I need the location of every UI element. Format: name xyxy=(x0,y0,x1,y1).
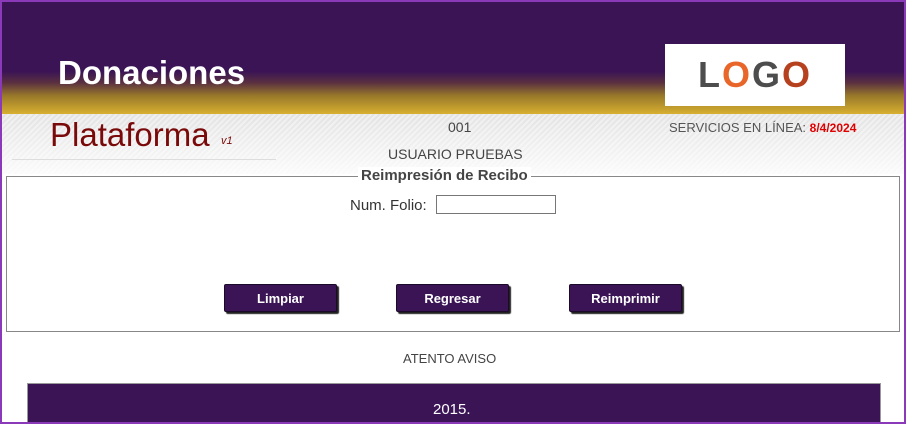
back-button[interactable]: Regresar xyxy=(396,284,509,312)
app-frame: Donaciones LOGO Plataforma v1 001 USUARI… xyxy=(0,0,906,424)
notice-text: 2015. xyxy=(433,401,471,418)
services-date: 8/4/2024 xyxy=(809,121,857,135)
user-name: USUARIO PRUEBAS xyxy=(388,146,523,162)
notice-title: ATENTO AVISO xyxy=(403,351,497,366)
reprint-button[interactable]: Reimprimir xyxy=(569,284,682,312)
services-label: SERVICIOS EN LÍNEA: xyxy=(669,120,807,135)
panel-legend: Reimpresión de Recibo xyxy=(358,167,531,184)
app-title: Donaciones xyxy=(58,54,246,91)
services-status: SERVICIOS EN LÍNEA: 8/4/2024 xyxy=(669,120,856,135)
branch-code: 001 xyxy=(448,119,472,135)
divider xyxy=(12,159,276,160)
folio-input[interactable] xyxy=(436,195,556,214)
clear-button[interactable]: Limpiar xyxy=(224,284,337,312)
logo: LOGO xyxy=(665,44,845,106)
folio-label: Num. Folio: xyxy=(350,197,427,214)
platform-title: Plataforma xyxy=(50,116,210,153)
platform-version: v1 xyxy=(221,135,233,147)
